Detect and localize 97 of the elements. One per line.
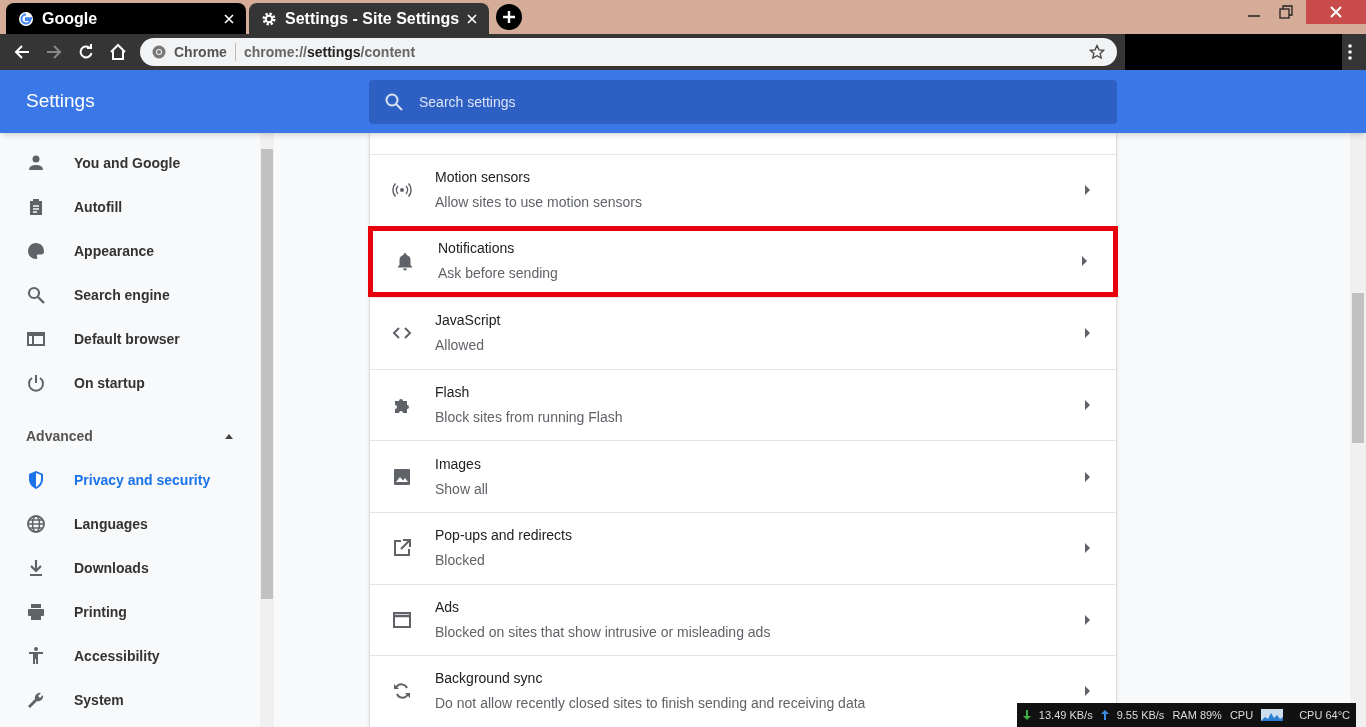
sidebar-item[interactable]: Accessibility [0, 634, 260, 678]
site-setting-row[interactable]: Notifications Ask before sending [368, 225, 1118, 298]
gear-icon [261, 10, 277, 27]
setting-title: Pop-ups and redirects [435, 526, 572, 546]
browser-tab[interactable]: Settings - Site Settings [249, 3, 489, 34]
origin-chip-label: Chrome [174, 42, 227, 62]
window-icon [392, 609, 412, 630]
setting-description: Do not allow recently closed sites to finish sending and receiving data [435, 694, 866, 714]
accessibility-figure-icon [26, 646, 46, 666]
upload-arrow-icon [1100, 710, 1109, 720]
arrow-right-icon [1085, 328, 1090, 339]
ram-usage: RAM 89% [1172, 707, 1222, 723]
setting-description: Show all [435, 479, 488, 499]
arrow-right-icon [1085, 614, 1090, 625]
search-icon [26, 285, 46, 305]
reload-icon[interactable] [77, 43, 95, 61]
chrome-logo-icon [152, 45, 166, 59]
site-setting-row[interactable]: JavaScript Allowed [370, 297, 1116, 369]
palette-icon [26, 241, 46, 261]
restore-icon [1279, 5, 1293, 19]
arrow-right-icon [1085, 185, 1090, 196]
site-setting-row[interactable]: Motion sensors Allow sites to use motion sensors [370, 154, 1116, 226]
arrow-right-icon [1085, 471, 1090, 482]
setting-description: Ask before sending [438, 264, 558, 284]
arrow-right-icon [1082, 256, 1087, 267]
url-text: chrome://settings/content [243, 42, 416, 62]
settings-title: Settings [26, 89, 96, 114]
scrollbar-thumb[interactable] [261, 149, 273, 599]
address-bar[interactable]: Chrome chrome://settings/content [140, 38, 1117, 66]
site-setting-row[interactable]: Flash Block sites from running Flash [370, 368, 1116, 441]
sidebar-item[interactable]: Downloads [0, 546, 260, 590]
setting-title: Ads [435, 597, 461, 617]
site-setting-row[interactable]: Ads Blocked on sites that show intrusive or misleading ads [370, 583, 1116, 656]
wrench-icon [26, 690, 46, 710]
sidebar-item[interactable]: You and Google [0, 141, 260, 185]
close-button[interactable] [1306, 0, 1366, 24]
cpu-label: CPU [1229, 707, 1254, 723]
setting-description: Blocked on sites that show intrusive or misleading ads [435, 622, 771, 642]
tab-title: Settings - Site Settings [285, 8, 460, 29]
arrow-right-icon [1085, 400, 1090, 411]
site-setting-row[interactable]: Images Show all [370, 440, 1116, 512]
open-external-icon [392, 538, 412, 559]
globe-icon [26, 514, 46, 534]
search-icon [385, 92, 403, 111]
bookmark-star-icon[interactable] [1089, 44, 1105, 60]
site-setting-row[interactable]: Pop-ups and redirects Blocked [370, 511, 1116, 584]
advanced-section-toggle[interactable]: Advanced [0, 414, 260, 458]
download-speed: 13.49 KB/s [1038, 707, 1093, 723]
sidebar-item[interactable]: Appearance [0, 229, 260, 273]
shield-icon [26, 470, 46, 490]
printer-icon [26, 602, 46, 622]
power-icon [26, 373, 46, 393]
arrow-right-icon [1085, 686, 1090, 697]
sidebar-item[interactable]: On startup [0, 361, 260, 405]
browser-window-icon [26, 329, 46, 349]
sidebar-item[interactable]: Autofill [0, 185, 260, 229]
home-icon[interactable] [109, 43, 127, 61]
caret-icon [224, 432, 234, 440]
sidebar-item[interactable]: Privacy and security [0, 458, 260, 502]
close-icon [1330, 6, 1342, 18]
setting-title: Motion sensors [435, 168, 531, 188]
setting-title: Flash [435, 383, 471, 403]
arrow-right-icon [1085, 543, 1090, 554]
browser-tab[interactable]: Google [6, 3, 246, 34]
setting-title: JavaScript [435, 311, 501, 331]
search-field[interactable]: Search settings [369, 79, 1117, 124]
person-icon [26, 153, 46, 173]
setting-description: Allowed [435, 336, 486, 356]
sidebar-item[interactable]: Default browser [0, 317, 260, 361]
download-arrow-icon [1022, 710, 1031, 720]
setting-description: Allow sites to use motion sensors [435, 193, 642, 213]
setting-title: Notifications [438, 239, 516, 259]
setting-description: Block sites from running Flash [435, 408, 623, 428]
minimize-icon [1248, 15, 1260, 17]
close-tab-icon[interactable] [224, 13, 234, 24]
setting-description: Blocked [435, 551, 486, 571]
tab-title: Google [42, 8, 98, 29]
image-icon [392, 466, 412, 487]
setting-title: Images [435, 454, 482, 474]
forward-icon[interactable] [45, 43, 63, 61]
bell-icon [395, 251, 415, 272]
sidebar-item[interactable]: Printing [0, 590, 260, 634]
plus-icon [502, 10, 516, 24]
new-tab-button[interactable] [496, 4, 522, 30]
cpu-temperature: CPU 64°C [1299, 707, 1350, 723]
cpu-graph-icon [1261, 709, 1284, 721]
setting-title: Background sync [435, 669, 544, 689]
back-icon[interactable] [13, 43, 31, 61]
sync-arrows-icon [392, 681, 412, 702]
scrollbar-thumb[interactable] [1352, 293, 1364, 443]
sidebar-item[interactable]: System [0, 678, 260, 722]
menu-icon[interactable] [1348, 44, 1352, 60]
upload-speed: 9.55 KB/s [1116, 707, 1165, 723]
sidebar-item[interactable]: Search engine [0, 273, 260, 317]
close-tab-icon[interactable] [467, 13, 477, 24]
google-logo-icon [18, 10, 34, 27]
sidebar-item[interactable]: Languages [0, 502, 260, 546]
